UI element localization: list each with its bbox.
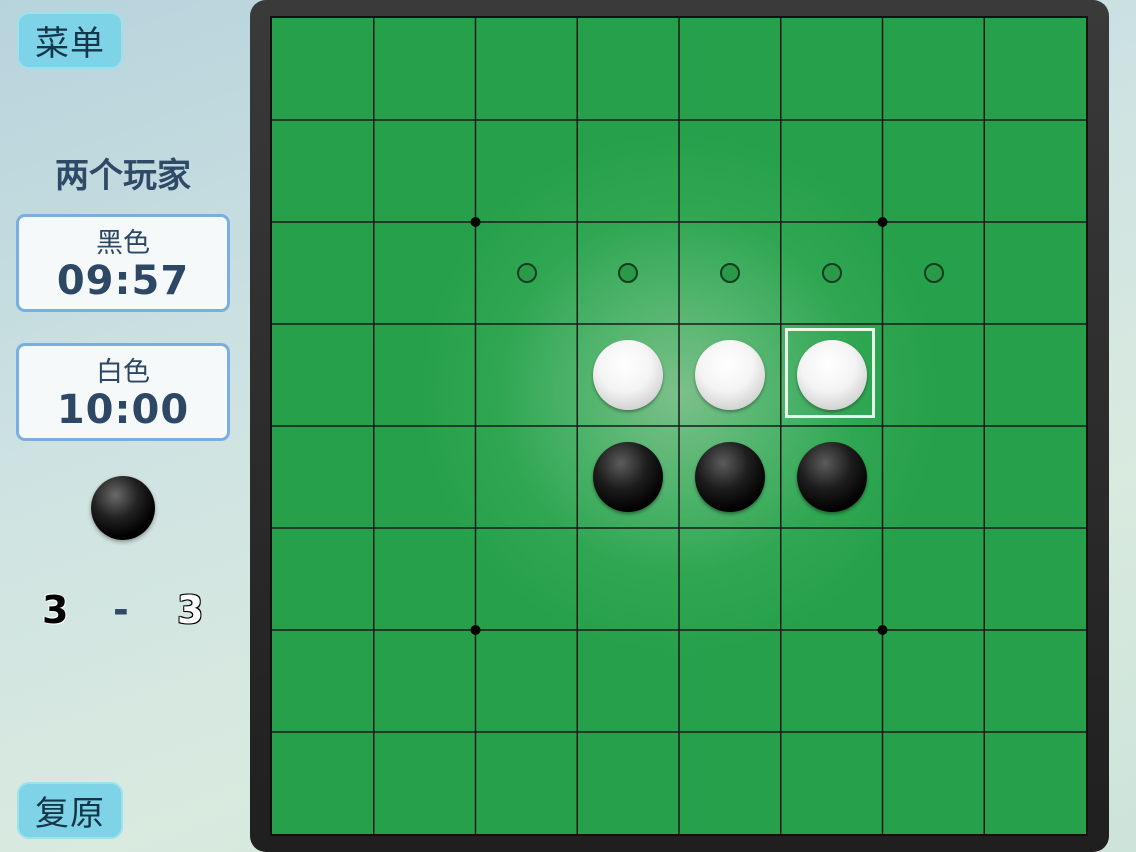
game-board xyxy=(270,16,1088,836)
white-clock-label: 白色 xyxy=(96,357,150,388)
board-cell[interactable] xyxy=(781,222,883,324)
board-cell[interactable] xyxy=(476,18,578,120)
board-cell[interactable] xyxy=(577,324,679,426)
legal-move-hint[interactable] xyxy=(720,263,740,283)
menu-button[interactable]: 菜单 xyxy=(17,12,123,69)
black-clock-time: 09:57 xyxy=(56,258,190,304)
board-cell[interactable] xyxy=(781,324,883,426)
board-cell[interactable] xyxy=(272,732,374,834)
black-stone xyxy=(695,442,765,512)
board-cell[interactable] xyxy=(476,324,578,426)
board-cell[interactable] xyxy=(374,18,476,120)
board-cell[interactable] xyxy=(679,222,781,324)
board-cell[interactable] xyxy=(883,528,985,630)
board-cell[interactable] xyxy=(984,732,1086,834)
board-cell[interactable] xyxy=(679,324,781,426)
board-cell[interactable] xyxy=(984,324,1086,426)
board-cell[interactable] xyxy=(577,630,679,732)
board-cell[interactable] xyxy=(781,120,883,222)
board-cell[interactable] xyxy=(374,426,476,528)
legal-move-hint[interactable] xyxy=(821,263,842,283)
board-cell[interactable] xyxy=(374,630,476,732)
score-separator: - xyxy=(113,588,129,632)
board-cell[interactable] xyxy=(476,120,578,222)
board-cell[interactable] xyxy=(883,222,985,324)
white-stone xyxy=(695,340,765,410)
board-cell[interactable] xyxy=(374,528,476,630)
black-clock: 黑色 09:57 xyxy=(16,214,230,312)
board-cell[interactable] xyxy=(577,120,679,222)
board-cell[interactable] xyxy=(781,528,883,630)
board-cell[interactable] xyxy=(577,222,679,324)
undo-button[interactable]: 复原 xyxy=(17,782,123,839)
board-cell[interactable] xyxy=(883,426,985,528)
board-cell[interactable] xyxy=(577,18,679,120)
board-cell[interactable] xyxy=(883,120,985,222)
board-cell[interactable] xyxy=(984,426,1086,528)
board-cell[interactable] xyxy=(679,732,781,834)
white-stone xyxy=(593,340,664,410)
board-cell[interactable] xyxy=(272,18,374,120)
board-cell[interactable] xyxy=(984,222,1086,324)
board-cell[interactable] xyxy=(679,120,781,222)
board-cell[interactable] xyxy=(577,732,679,834)
board-cell[interactable] xyxy=(476,630,578,732)
board-cell[interactable] xyxy=(883,732,985,834)
board-cell[interactable] xyxy=(374,120,476,222)
board-cell[interactable] xyxy=(272,630,374,732)
board-cell[interactable] xyxy=(679,528,781,630)
black-stone xyxy=(796,442,867,512)
board-cell[interactable] xyxy=(476,732,578,834)
board-cell[interactable] xyxy=(272,426,374,528)
board-cell[interactable] xyxy=(679,426,781,528)
board-cell[interactable] xyxy=(272,120,374,222)
board-cell[interactable] xyxy=(781,426,883,528)
legal-move-hint[interactable] xyxy=(618,263,639,283)
current-turn-indicator xyxy=(91,476,155,540)
white-clock: 白色 10:00 xyxy=(16,343,230,441)
board-cell[interactable] xyxy=(577,528,679,630)
legal-move-hint[interactable] xyxy=(923,263,944,283)
board-cell[interactable] xyxy=(984,18,1086,120)
board-cell[interactable] xyxy=(577,426,679,528)
board-cell[interactable] xyxy=(984,120,1086,222)
board-cell[interactable] xyxy=(272,324,374,426)
white-clock-time: 10:00 xyxy=(56,387,190,433)
board-cell[interactable] xyxy=(679,630,781,732)
board-cell[interactable] xyxy=(374,324,476,426)
board-cell[interactable] xyxy=(272,222,374,324)
board-cell[interactable] xyxy=(883,324,985,426)
board-cell[interactable] xyxy=(374,732,476,834)
game-mode-title: 两个玩家 xyxy=(55,156,191,196)
board-cell[interactable] xyxy=(374,222,476,324)
board-cell[interactable] xyxy=(476,528,578,630)
board-cell[interactable] xyxy=(272,528,374,630)
board-cell[interactable] xyxy=(476,426,578,528)
white-stone xyxy=(796,340,867,410)
black-stone xyxy=(593,442,664,512)
legal-move-hint[interactable] xyxy=(516,263,537,283)
board-cell[interactable] xyxy=(781,630,883,732)
board-cell[interactable] xyxy=(679,18,781,120)
board-cell[interactable] xyxy=(781,18,883,120)
white-score: 3 xyxy=(177,588,204,632)
board-cell[interactable] xyxy=(781,732,883,834)
black-score: 3 xyxy=(42,588,69,632)
board-cell[interactable] xyxy=(883,18,985,120)
board-cell[interactable] xyxy=(984,528,1086,630)
board-cell[interactable] xyxy=(476,222,578,324)
board-cell[interactable] xyxy=(883,630,985,732)
black-clock-label: 黑色 xyxy=(96,228,150,259)
board-cell[interactable] xyxy=(984,630,1086,732)
